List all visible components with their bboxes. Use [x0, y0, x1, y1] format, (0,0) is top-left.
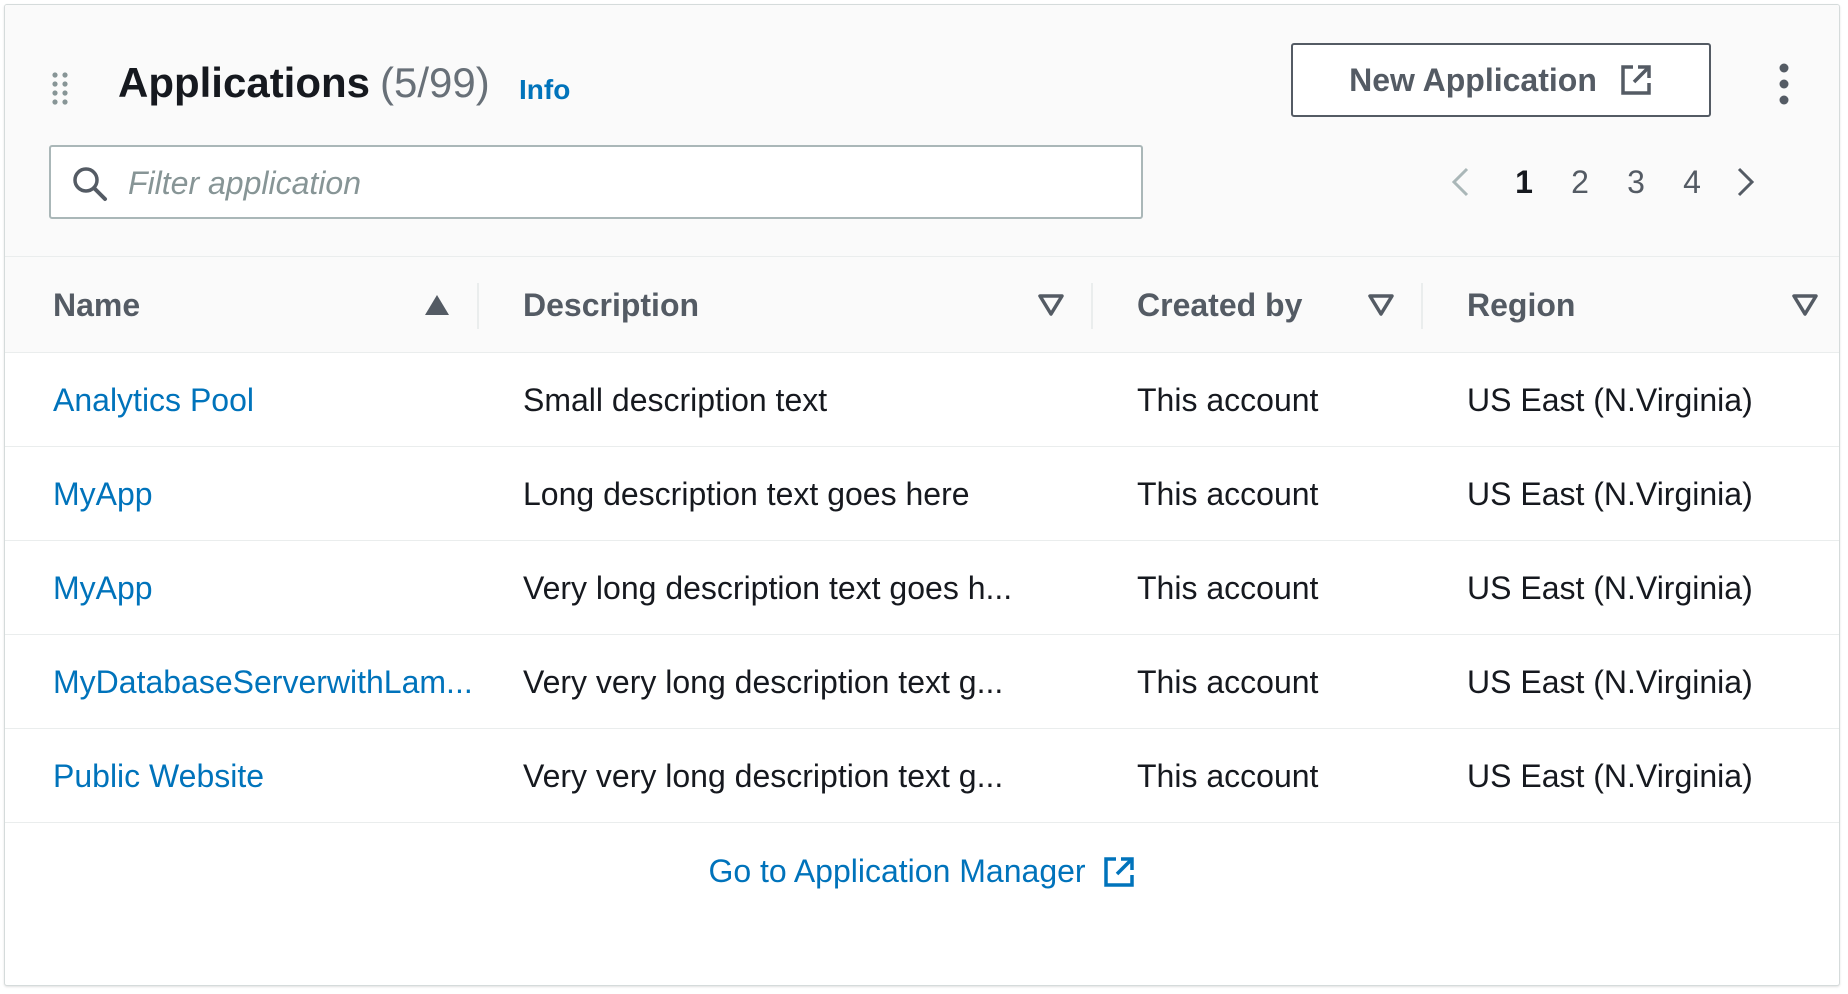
new-application-label: New Application	[1349, 61, 1597, 98]
column-header-created-by[interactable]: Created by	[1137, 257, 1302, 353]
column-divider[interactable]	[477, 283, 479, 329]
page-4-button[interactable]: 4	[1675, 157, 1709, 207]
region-cell: US East (N.Virginia)	[1467, 758, 1753, 794]
chevron-right-icon[interactable]	[1727, 165, 1761, 199]
application-name-link[interactable]: MyApp	[53, 447, 493, 541]
column-divider[interactable]	[1091, 283, 1093, 329]
title-text: Applications	[118, 59, 371, 106]
description-cell: Very very long description text g...	[523, 664, 1004, 700]
info-link[interactable]: Info	[519, 73, 570, 107]
created-by-cell: This account	[1137, 382, 1319, 418]
new-application-button[interactable]: New Application	[1291, 43, 1711, 117]
created-by-cell: This account	[1137, 664, 1319, 700]
table-row: MyApp Long description text goes here Th…	[5, 447, 1839, 541]
page-3-button[interactable]: 3	[1619, 157, 1653, 207]
description-cell: Long description text goes here	[523, 476, 970, 512]
column-divider[interactable]	[1421, 283, 1423, 329]
table-row: Public Website Very very long descriptio…	[5, 729, 1839, 823]
column-header-name[interactable]: Name	[53, 257, 140, 353]
region-cell: US East (N.Virginia)	[1467, 570, 1753, 606]
filter-field	[49, 145, 1143, 219]
application-name-link[interactable]: Public Website	[53, 729, 493, 823]
table-row: Analytics Pool Small description text Th…	[5, 353, 1839, 447]
region-cell: US East (N.Virginia)	[1467, 664, 1753, 700]
page-title: Applications (5/99)	[118, 57, 490, 109]
created-by-cell: This account	[1137, 476, 1319, 512]
item-count: (5/99)	[380, 59, 490, 106]
filter-input[interactable]	[126, 155, 1110, 211]
page-1-button[interactable]: 1	[1507, 157, 1541, 207]
sort-descending-icon[interactable]	[1791, 293, 1819, 317]
table-row: MyApp Very long description text goes h.…	[5, 541, 1839, 635]
application-manager-label: Go to Application Manager	[708, 853, 1086, 890]
sort-descending-icon[interactable]	[1367, 293, 1395, 317]
application-name-link[interactable]: MyDatabaseServerwithLam...	[53, 635, 513, 729]
table-row: MyDatabaseServerwithLam... Very very lon…	[5, 635, 1839, 729]
chevron-left-icon[interactable]	[1445, 165, 1479, 199]
description-cell: Very very long description text g...	[523, 758, 1004, 794]
table-header: Name Description Created by Region	[5, 257, 1839, 353]
description-cell: Small description text	[523, 382, 828, 418]
pagination: 1 2 3 4	[1425, 157, 1805, 207]
sort-descending-icon[interactable]	[1037, 293, 1065, 317]
column-header-description[interactable]: Description	[523, 257, 699, 353]
drag-handle-icon[interactable]	[50, 71, 70, 105]
description-cell: Very long description text goes h...	[523, 570, 1013, 606]
external-link-icon	[1621, 65, 1651, 95]
more-vertical-icon[interactable]	[1769, 61, 1799, 107]
sort-ascending-icon[interactable]	[423, 293, 451, 317]
panel-header: Applications(5/99) Info New Application	[5, 5, 1839, 257]
application-name-link[interactable]: Analytics Pool	[53, 353, 493, 447]
created-by-cell: This account	[1137, 758, 1319, 794]
region-cell: US East (N.Virginia)	[1467, 476, 1753, 512]
applications-panel: Applications(5/99) Info New Application	[4, 4, 1840, 986]
external-link-icon	[1103, 856, 1134, 887]
column-header-region[interactable]: Region	[1467, 257, 1575, 353]
created-by-cell: This account	[1137, 570, 1319, 606]
page-2-button[interactable]: 2	[1563, 157, 1597, 207]
region-cell: US East (N.Virginia)	[1467, 382, 1753, 418]
application-name-link[interactable]: MyApp	[53, 541, 493, 635]
search-icon	[73, 167, 107, 201]
application-manager-link[interactable]: Go to Application Manager	[5, 851, 1839, 890]
